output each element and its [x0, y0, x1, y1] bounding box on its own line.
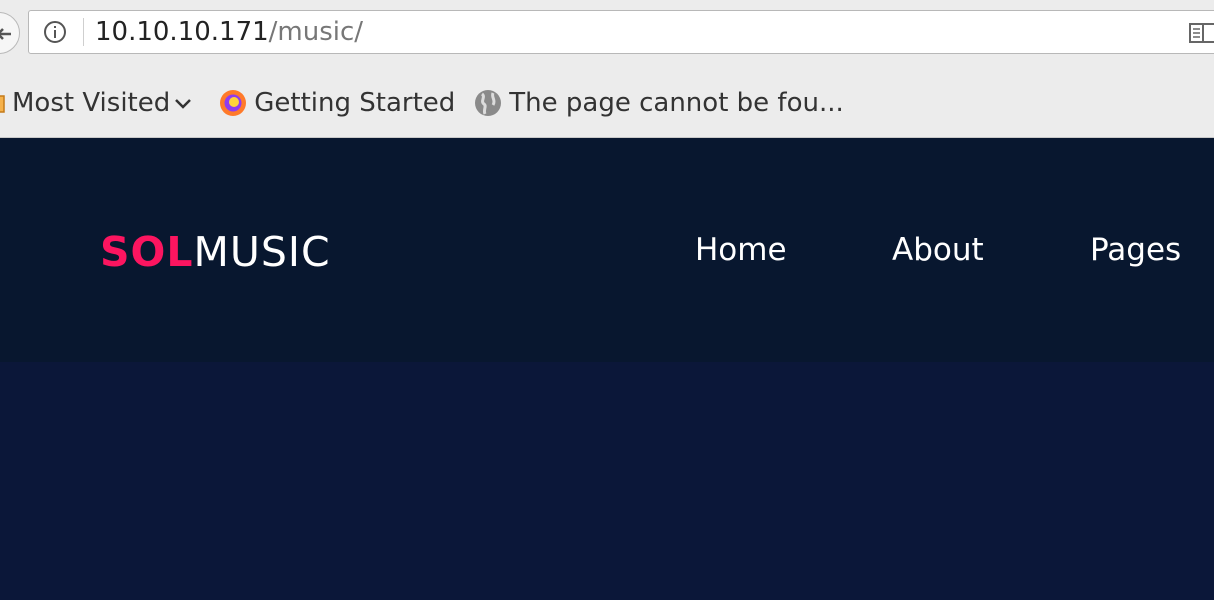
url-path: /music/	[268, 17, 364, 47]
back-arrow-icon	[0, 28, 11, 40]
nav-pages[interactable]: Pages	[1090, 230, 1181, 270]
site-header: SOLMUSIC Home About Pages	[0, 138, 1214, 362]
folder-icon	[0, 95, 5, 113]
main-nav: Home About Pages	[0, 230, 1214, 274]
back-button[interactable]	[0, 12, 20, 54]
browser-chrome: 10.10.10.171/music/ Most Visited Getting…	[0, 0, 1214, 138]
url-bar[interactable]: 10.10.10.171/music/	[28, 10, 1214, 54]
chevron-down-icon	[175, 99, 192, 109]
bookmark-getting-started[interactable]: Getting Started	[218, 88, 455, 118]
bookmark-page-not-found[interactable]: The page cannot be fou...	[473, 88, 844, 118]
firefox-icon	[220, 90, 247, 116]
bookmark-label: Most Visited	[12, 88, 171, 118]
bookmarks-toolbar: Most Visited Getting Started The page ca…	[0, 80, 844, 126]
globe-icon	[475, 90, 502, 116]
nav-home[interactable]: Home	[695, 230, 787, 270]
bookmark-label: The page cannot be fou...	[509, 88, 844, 118]
bookmark-most-visited[interactable]: Most Visited	[0, 88, 194, 118]
url-host: 10.10.10.171	[95, 17, 269, 47]
url-divider	[83, 18, 84, 46]
reader-view-icon[interactable]	[1189, 22, 1214, 44]
info-icon[interactable]	[43, 20, 67, 44]
bookmark-label: Getting Started	[254, 88, 456, 118]
nav-about[interactable]: About	[892, 230, 984, 270]
url-text[interactable]: 10.10.10.171/music/	[95, 17, 363, 47]
hero-section	[0, 362, 1214, 600]
